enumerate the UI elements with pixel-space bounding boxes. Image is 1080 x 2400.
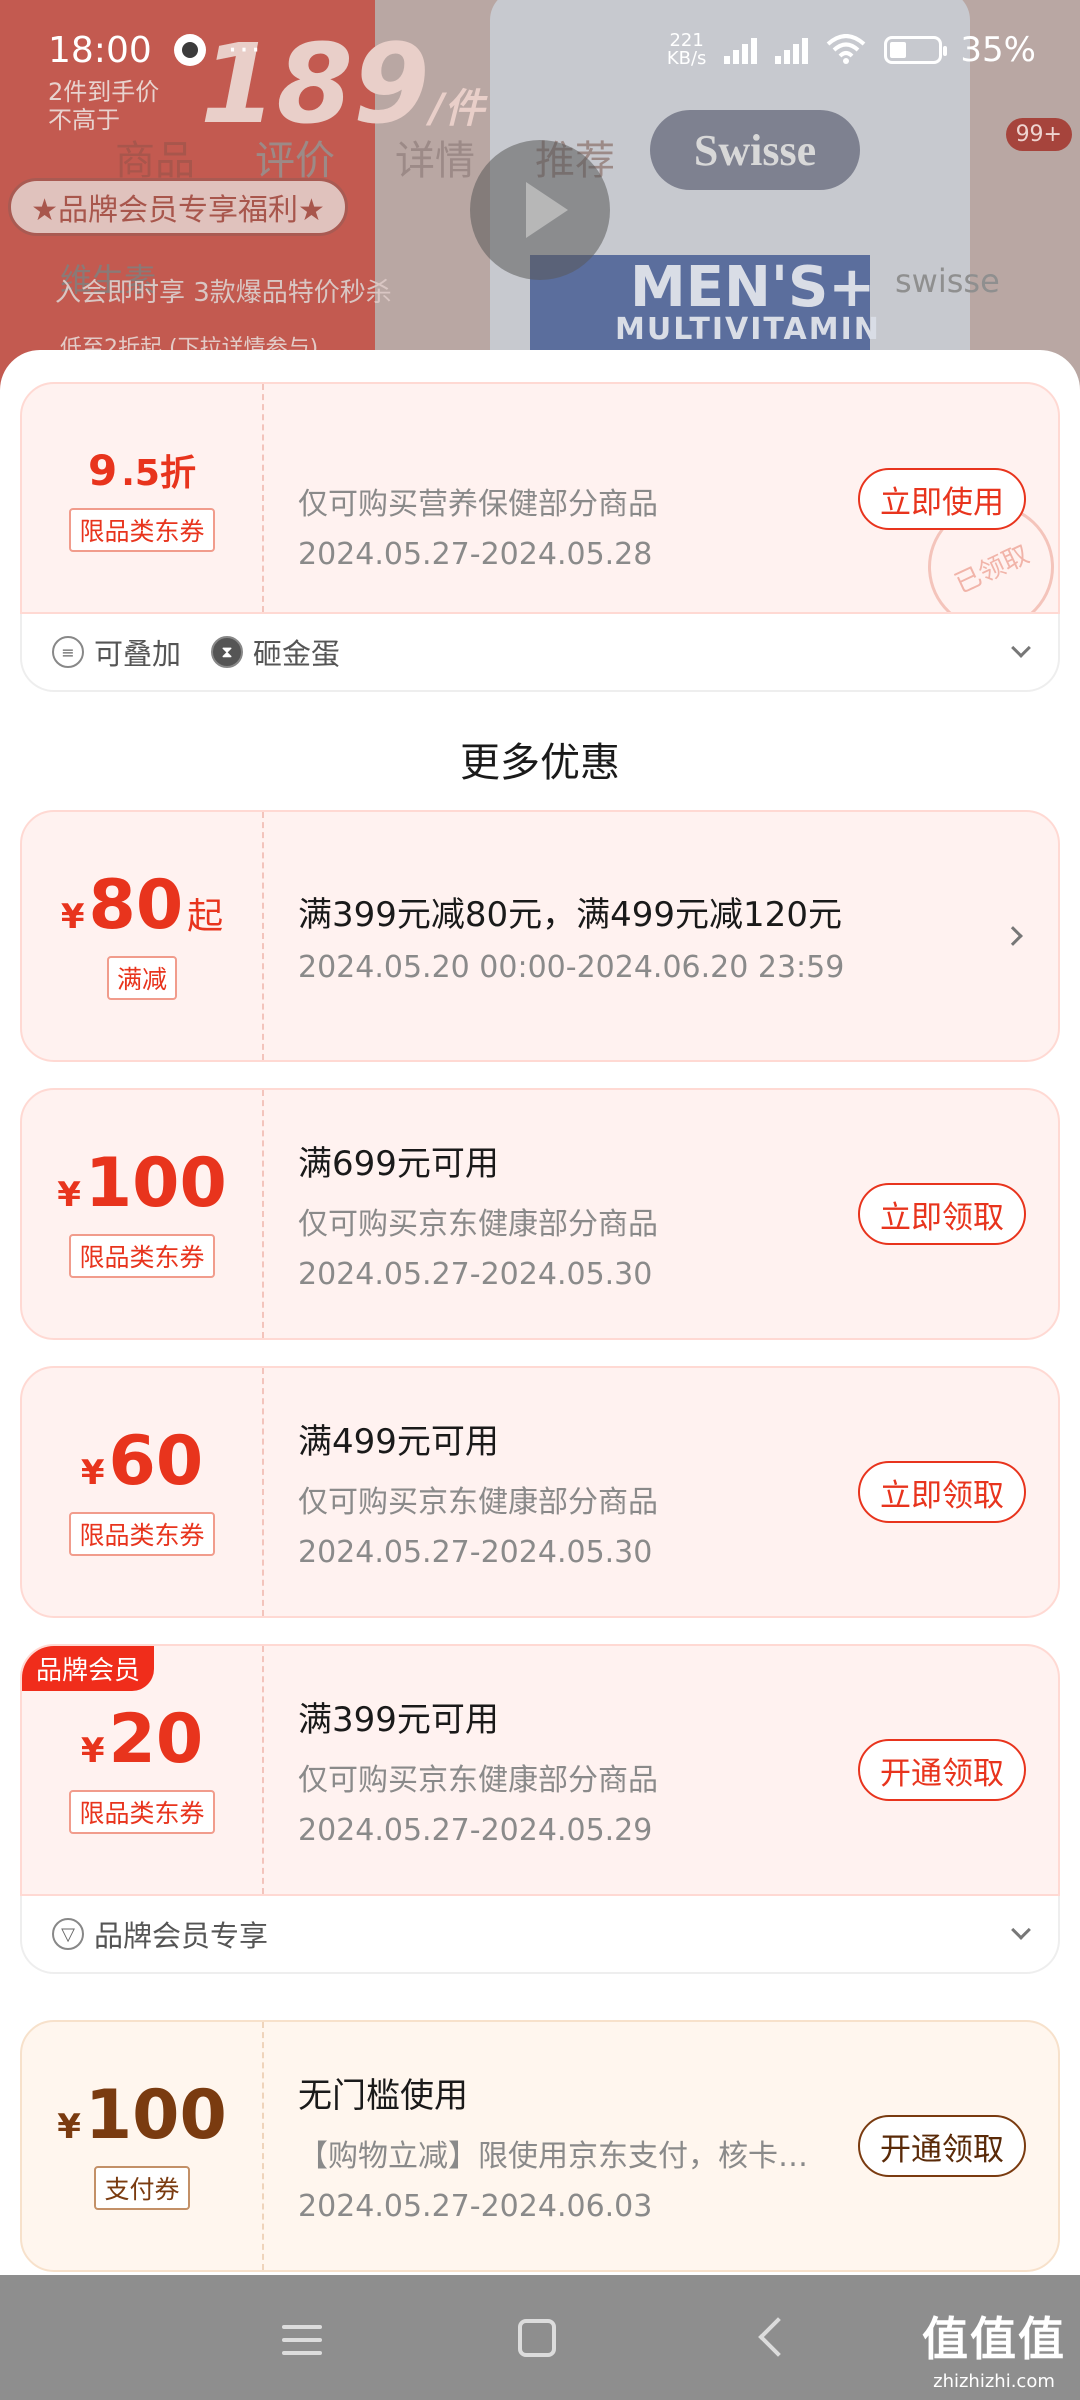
promo-line-3: 入会即时享 3款爆品特价秒杀 [55, 278, 392, 308]
battery-level: 35% [960, 30, 1036, 70]
coupon-type-tag: 限品类东券 [69, 1790, 215, 1834]
coupon-amount: ¥100 [57, 1144, 227, 1223]
signal-icon-2 [775, 36, 809, 64]
coupon-date: 2024.05.27-2024.05.28 [298, 537, 653, 572]
coupon-value-area: ¥100 支付券 [22, 2022, 264, 2270]
brand-logo: Swisse [650, 110, 860, 190]
product-subname: MULTIVITAMIN [615, 312, 881, 347]
back-icon[interactable] [758, 2317, 798, 2357]
menu-icon[interactable] [282, 2325, 322, 2364]
coupon-type-tag: 限品类东券 [69, 508, 215, 552]
brand-member-ribbon: 品牌会员 [22, 1646, 155, 1691]
coupon-type-tag: 限品类东券 [69, 1234, 215, 1278]
brand-hint: swisse [895, 262, 1000, 300]
battery-icon [884, 36, 948, 64]
coupon-amount: ¥20 [80, 1700, 204, 1779]
section-title-more-discounts: 更多优惠 [460, 740, 620, 786]
chevron-down-icon[interactable] [1011, 1920, 1031, 1940]
coupon-desc: 仅可购买京东健康部分商品 [298, 1207, 658, 1242]
coupon-title: 满399元可用 [298, 1700, 499, 1740]
coupon-value-area: ¥80 起 满减 [22, 812, 264, 1060]
coupon-date: 2024.05.27-2024.06.03 [298, 2189, 653, 2224]
play-icon[interactable] [470, 140, 610, 280]
status-bar: 18:00 ··· 221 KB/s 35% [0, 0, 1080, 100]
coupon-card-100: ¥100 限品类东券 满699元可用 仅可购买京东健康部分商品 2024.05.… [20, 1088, 1060, 1340]
coupon-type-tag: 满减 [106, 956, 177, 1000]
member-exclusive-label: ▽ 品牌会员专享 [52, 1913, 268, 1955]
coupon-card-pay-100: ¥100 支付券 无门槛使用 【购物立减】限使用京东支付，核卡… 2024.05… [20, 2020, 1060, 2272]
member-icon: ▽ [52, 1918, 84, 1950]
more-notifications-icon: ··· [227, 32, 263, 68]
coupon-card-60: ¥60 限品类东券 满499元可用 仅可购买京东健康部分商品 2024.05.2… [20, 1366, 1060, 1618]
coupon-type-tag: 限品类东券 [69, 1512, 215, 1556]
use-now-button[interactable]: 立即使用 [858, 468, 1026, 530]
coupon-card-full-reduction[interactable]: ¥80 起 满减 满399元减80元，满499元减120元 2024.05.20 … [20, 810, 1060, 1062]
coupon-amount: ¥80 起 [60, 866, 224, 945]
watermark-logo: 值值值 zhizhizhi.com [922, 2312, 1066, 2392]
claim-now-button[interactable]: 立即领取 [858, 1183, 1026, 1245]
system-nav-bar: 值值值 zhizhizhi.com [0, 2275, 1080, 2400]
coupon-title: 满499元可用 [298, 1422, 499, 1462]
claim-now-button[interactable]: 立即领取 [858, 1461, 1026, 1523]
coupon-info: 满399元减80元，满499元减120元 2024.05.20 00:00-20… [298, 812, 858, 1060]
member-exclusive-row[interactable]: ▽ 品牌会员专享 [20, 1896, 1060, 1974]
clock: 18:00 [48, 29, 152, 71]
claimed-coupon-card: 9 .5折 限品类东券 仅可购买营养保健部分商品 2024.05.27-2024… [20, 382, 1060, 614]
stack-icon: ≡ [52, 636, 84, 668]
coupon-date: 2024.05.27-2024.05.30 [298, 1535, 653, 1570]
coupon-amount: ¥100 [57, 2076, 227, 2155]
coupon-value-area: 9 .5折 限品类东券 [22, 384, 264, 612]
cart-count-badge: 99+ [1005, 118, 1072, 151]
wifi-icon [826, 34, 866, 64]
promo-line-2: 不高于 [48, 106, 120, 134]
feature-golden-egg: ⧗ 砸金蛋 [211, 631, 340, 673]
coupon-date: 2024.05.20 00:00-2024.06.20 23:59 [298, 950, 845, 985]
app-notification-icon [173, 34, 206, 66]
coupon-value-area: ¥100 限品类东券 [22, 1090, 264, 1338]
open-and-claim-button[interactable]: 开通领取 [858, 1739, 1026, 1801]
coupon-info: 满499元可用 仅可购买京东健康部分商品 2024.05.27-2024.05.… [298, 1368, 858, 1616]
coupon-info: 满399元可用 仅可购买京东健康部分商品 2024.05.27-2024.05.… [298, 1646, 858, 1894]
coupon-card-20-member: ¥20 限品类东券 品牌会员 满399元可用 仅可购买京东健康部分商品 2024… [20, 1644, 1060, 1896]
open-and-claim-button[interactable]: 开通领取 [858, 2115, 1026, 2177]
discount-sheet: 优惠 9 .5折 限品类东券 仅可购买营养保健部分商品 2024.05.27-2… [0, 350, 1080, 2275]
coupon-title: 满399元减80元，满499元减120元 [298, 895, 842, 935]
feature-stackable: ≡ 可叠加 [52, 631, 181, 673]
coupon-info: 无门槛使用 【购物立减】限使用京东支付，核卡… 2024.05.27-2024.… [298, 2022, 858, 2270]
coupon-date: 2024.05.27-2024.05.30 [298, 1257, 653, 1292]
coupon-date: 2024.05.27-2024.05.29 [298, 1813, 653, 1848]
egg-icon: ⧗ [211, 636, 244, 668]
coupon-amount: ¥60 [80, 1422, 204, 1501]
tab-details[interactable]: 详情 [395, 128, 475, 186]
coupon-title: 满699元可用 [298, 1144, 499, 1184]
coupon-value-area: ¥60 限品类东券 [22, 1368, 264, 1616]
coupon-info: 仅可购买营养保健部分商品 2024.05.27-2024.05.28 [298, 384, 858, 612]
signal-icon [724, 36, 758, 64]
coupon-desc: 仅可购买营养保健部分商品 [298, 487, 658, 522]
network-speed: 221 KB/s [666, 30, 707, 69]
coupon-type-tag: 支付券 [94, 2166, 190, 2210]
home-icon[interactable] [518, 2319, 556, 2357]
chevron-right-icon[interactable] [1003, 926, 1023, 946]
coupon-desc: 仅可购买京东健康部分商品 [298, 1763, 658, 1798]
coupon-desc: 【购物立减】限使用京东支付，核卡… [298, 2139, 808, 2174]
coupon-info: 满699元可用 仅可购买京东健康部分商品 2024.05.27-2024.05.… [298, 1090, 858, 1338]
coupon-feature-row[interactable]: ≡ 可叠加 ⧗ 砸金蛋 [20, 614, 1060, 692]
coupon-title: 无门槛使用 [298, 2076, 468, 2116]
coupon-amount: 9 .5折 [88, 446, 196, 495]
product-name: MEN'S+ [630, 255, 876, 320]
member-benefit-banner: ★品牌会员专享福利★ [8, 178, 348, 236]
chevron-down-icon[interactable] [1011, 638, 1031, 658]
coupon-desc: 仅可购买京东健康部分商品 [298, 1485, 658, 1520]
